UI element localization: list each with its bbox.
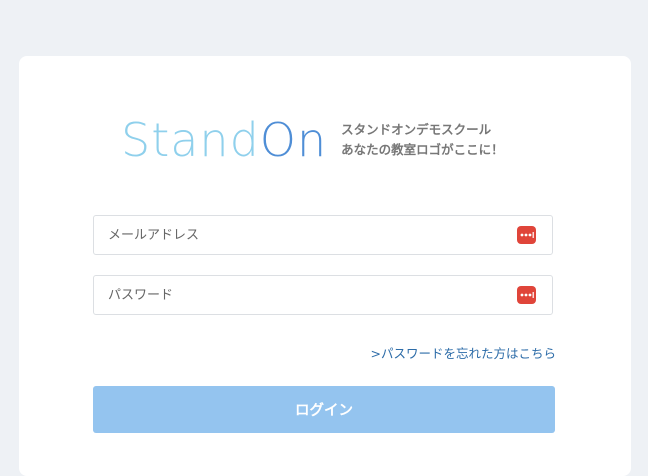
email-field-wrapper bbox=[93, 215, 553, 255]
logo-text-on: On bbox=[259, 113, 328, 167]
tagline-line-2: あなたの教室ロゴがここに！ bbox=[341, 142, 504, 157]
tagline-line-1: スタンドオンデモスクール bbox=[341, 122, 492, 137]
logo-tagline: スタンドオンデモスクール あなたの教室ロゴがここに！ bbox=[341, 120, 504, 160]
logo-wordmark: StandOn bbox=[121, 114, 327, 166]
email-field[interactable] bbox=[94, 216, 518, 254]
login-card: StandOn スタンドオンデモスクール あなたの教室ロゴがここに！ メールアド… bbox=[19, 56, 631, 476]
login-button[interactable]: ログイン bbox=[93, 386, 555, 433]
password-field[interactable] bbox=[94, 276, 518, 314]
password-manager-icon[interactable] bbox=[517, 226, 536, 244]
school-logo: StandOn スタンドオンデモスクール あなたの教室ロゴがここに！ bbox=[121, 114, 504, 166]
logo-text-stand: Stand bbox=[121, 113, 260, 167]
password-field-wrapper bbox=[93, 275, 553, 315]
forgot-password-link[interactable]: >パスワードを忘れた方はこちら bbox=[371, 343, 556, 362]
password-manager-icon[interactable] bbox=[517, 286, 536, 304]
